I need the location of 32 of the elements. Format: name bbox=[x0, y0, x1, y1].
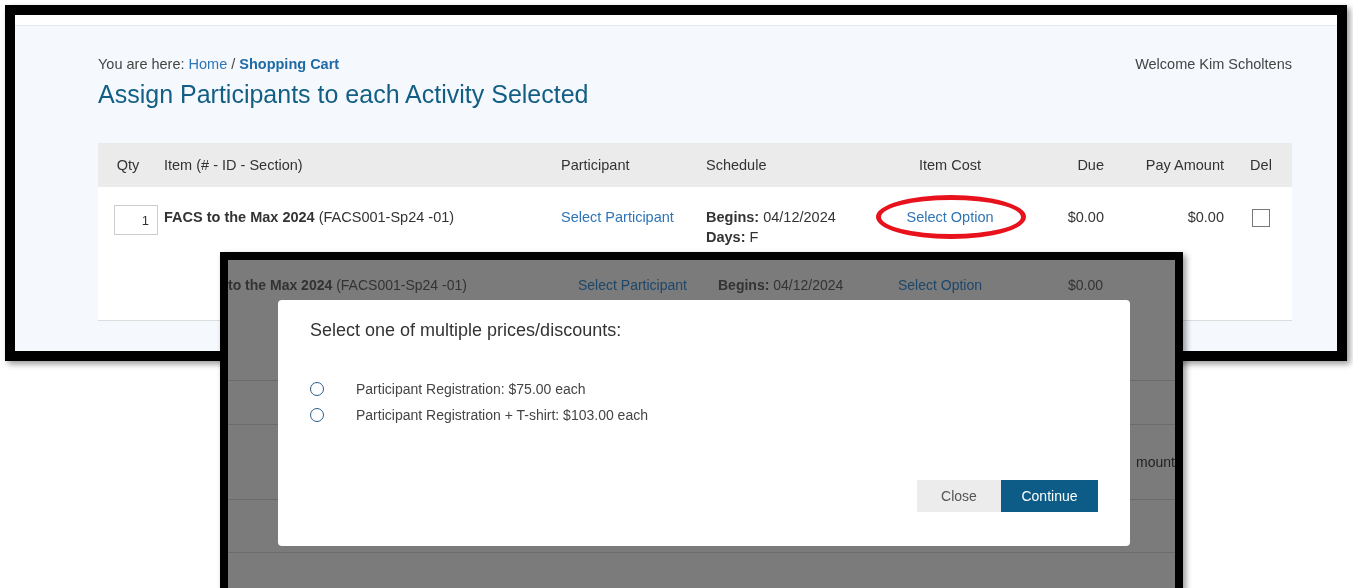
continue-button[interactable]: Continue bbox=[1001, 480, 1098, 512]
column-header: Pay Amount bbox=[1144, 157, 1225, 173]
column-header: Schedule bbox=[705, 157, 768, 173]
column-header: Item (# - ID - Section) bbox=[163, 157, 304, 173]
due-amount: $0.00 bbox=[1067, 209, 1104, 225]
select-option-link[interactable]: Select Option bbox=[906, 209, 994, 225]
quantity-field[interactable]: 1 bbox=[114, 205, 158, 235]
welcome-text: Welcome Kim Scholtens bbox=[1135, 56, 1292, 72]
breadcrumb-label: You are here: bbox=[98, 56, 185, 72]
page-heading: Assign Participants to each Activity Selected bbox=[98, 80, 589, 109]
begins-date: Begins: 04/12/2024 bbox=[718, 277, 844, 293]
column-header: Item Cost bbox=[917, 157, 982, 173]
column-header: Due bbox=[1076, 157, 1105, 173]
pay-amount-label: mount bbox=[1136, 454, 1175, 470]
days-text: Days: F bbox=[706, 229, 760, 245]
price-option-label: Participant Registration + T-shirt: $103.00 each bbox=[356, 407, 648, 423]
due-amount: $0.00 bbox=[1068, 277, 1104, 293]
select-participant-link[interactable]: Select Participant bbox=[561, 209, 674, 225]
pay-amount: $0.00 bbox=[1187, 209, 1224, 225]
close-button[interactable]: Close bbox=[917, 480, 1001, 512]
column-header: Qty bbox=[115, 157, 141, 173]
breadcrumb-separator: / bbox=[231, 56, 236, 72]
delete-checkbox[interactable] bbox=[1252, 209, 1270, 227]
price-option-label: Participant Registration: $75.00 each bbox=[356, 381, 586, 397]
column-header: Del bbox=[1249, 157, 1273, 173]
column-header: Participant bbox=[560, 157, 631, 173]
item-name: to the Max 2024 (FACS001-Sp24 -01) bbox=[228, 277, 467, 293]
shopping-cart-link[interactable]: Shopping Cart bbox=[239, 56, 340, 72]
home-link[interactable]: Home bbox=[188, 56, 228, 72]
dialog-title: Select one of multiple prices/discounts: bbox=[310, 320, 623, 341]
item-name: FACS to the Max 2024 (FACS001-Sp24 -01) bbox=[164, 209, 455, 225]
begins-date: Begins: 04/12/2024 bbox=[706, 209, 837, 225]
